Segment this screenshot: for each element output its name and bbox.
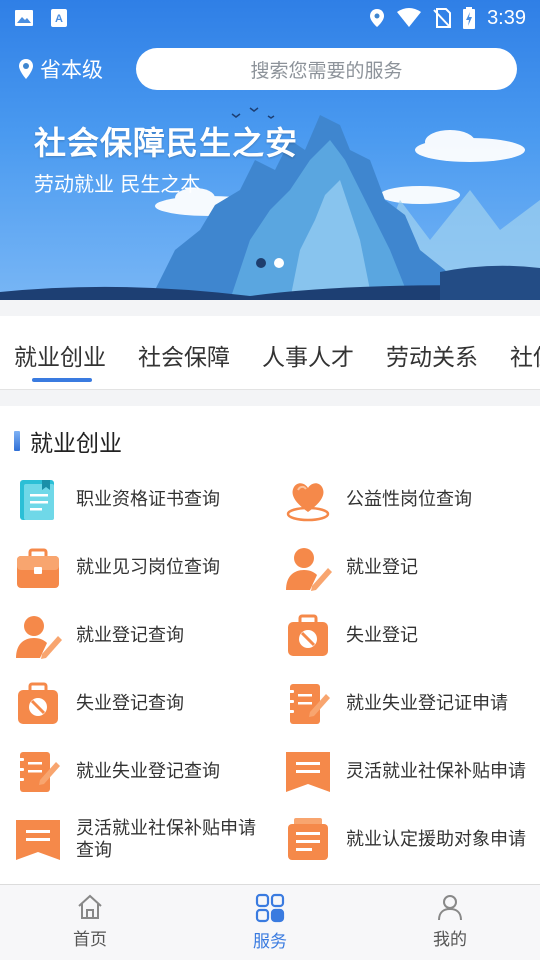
service-section: 就业创业 职业资格证书查询 公益性岗位查询 就业见习岗位查询 就业登记 就业登记… bbox=[0, 406, 540, 884]
home-icon bbox=[78, 894, 102, 919]
nav-services[interactable]: 服务 bbox=[230, 893, 310, 952]
service-label: 灵活就业社保补贴申请 bbox=[346, 761, 526, 782]
image-icon bbox=[15, 10, 33, 26]
person-pen-icon bbox=[286, 548, 332, 591]
section-marker bbox=[14, 431, 20, 451]
bag-block-icon bbox=[18, 682, 58, 724]
service-item[interactable]: 失业登记 bbox=[284, 612, 526, 660]
service-label: 失业登记查询 bbox=[76, 693, 184, 714]
service-item[interactable]: 就业失业登记查询 bbox=[14, 748, 256, 796]
nav-home[interactable]: 首页 bbox=[50, 893, 130, 950]
grid-icon bbox=[255, 893, 285, 923]
briefcase-icon bbox=[17, 548, 59, 588]
carousel-dot[interactable] bbox=[274, 258, 284, 268]
service-label: 失业登记 bbox=[346, 625, 418, 646]
location-label: 省本级 bbox=[40, 58, 103, 82]
service-label: 就业失业登记证申请 bbox=[346, 693, 508, 714]
service-label: 公益性岗位查询 bbox=[346, 489, 472, 510]
nav-profile-label: 我的 bbox=[433, 930, 467, 950]
carousel-indicator bbox=[256, 258, 284, 268]
service-item[interactable]: 公益性岗位查询 bbox=[284, 476, 526, 524]
bottom-navigation: 首页 服务 我的 bbox=[0, 884, 540, 960]
service-label: 就业见习岗位查询 bbox=[76, 557, 220, 578]
no-sim-icon bbox=[433, 8, 452, 28]
bookmark-icon bbox=[286, 752, 330, 792]
banner-subtitle: 劳动就业 民生之本 bbox=[34, 172, 201, 196]
nav-home-label: 首页 bbox=[73, 930, 107, 950]
service-label: 就业登记 bbox=[346, 557, 418, 578]
nav-profile[interactable]: 我的 bbox=[410, 893, 490, 950]
notepad-pen-icon bbox=[287, 684, 330, 724]
tab-social-security[interactable]: 社会保障 bbox=[138, 338, 230, 372]
service-item[interactable]: 职业资格证书查询 bbox=[14, 476, 256, 524]
location-selector[interactable]: 省本级 bbox=[18, 54, 103, 84]
service-item[interactable]: 就业认定援助对象申请 bbox=[284, 816, 526, 864]
service-item[interactable]: 就业登记 bbox=[284, 544, 526, 592]
service-label: 灵活就业社保补贴申请查询 bbox=[76, 818, 256, 861]
carousel-dot[interactable] bbox=[256, 258, 266, 268]
tab-personnel[interactable]: 人事人才 bbox=[262, 338, 354, 372]
wifi-icon bbox=[397, 8, 422, 27]
document-stack-icon bbox=[288, 818, 328, 860]
category-tabs: 就业创业 社会保障 人事人才 劳动关系 社保 bbox=[0, 316, 540, 390]
person-pen-icon bbox=[16, 616, 62, 659]
location-icon bbox=[370, 9, 385, 27]
search-input[interactable]: 搜索您需要的服务 bbox=[136, 48, 517, 90]
bag-block-icon bbox=[288, 614, 328, 656]
heart-hand-icon bbox=[286, 483, 330, 522]
service-item[interactable]: 就业见习岗位查询 bbox=[14, 544, 256, 592]
svg-text:A: A bbox=[55, 13, 63, 25]
service-label: 就业失业登记查询 bbox=[76, 761, 220, 782]
service-item[interactable]: 灵活就业社保补贴申请 bbox=[284, 748, 526, 796]
top-bar: 省本级 搜索您需要的服务 bbox=[0, 48, 540, 90]
banner[interactable]: A 3:39 省本级 搜索您需要的服务 社会保障民生之安 劳动就业 民生之本 bbox=[0, 0, 540, 300]
service-label: 就业认定援助对象申请 bbox=[346, 829, 526, 850]
app-notification-icon: A bbox=[51, 9, 67, 27]
service-item[interactable]: 失业登记查询 bbox=[14, 680, 256, 728]
nav-services-label: 服务 bbox=[253, 932, 287, 952]
battery-charging-icon bbox=[463, 7, 476, 29]
map-pin-icon bbox=[19, 59, 33, 79]
tab-labor-relations[interactable]: 劳动关系 bbox=[386, 338, 478, 372]
bookmark-icon bbox=[16, 820, 60, 860]
user-icon bbox=[438, 895, 462, 921]
certificate-icon bbox=[20, 480, 54, 520]
status-bar: A 3:39 bbox=[0, 0, 540, 36]
active-tab-indicator bbox=[32, 378, 92, 382]
section-title: 就业创业 bbox=[30, 431, 122, 457]
service-item[interactable]: 就业登记查询 bbox=[14, 612, 256, 660]
service-label: 职业资格证书查询 bbox=[76, 489, 220, 510]
section-header: 就业创业 bbox=[14, 424, 122, 458]
service-label: 就业登记查询 bbox=[76, 625, 184, 646]
clock: 3:39 bbox=[487, 6, 526, 29]
service-item[interactable]: 灵活就业社保补贴申请查询 bbox=[14, 816, 256, 864]
service-item[interactable]: 就业失业登记证申请 bbox=[284, 680, 526, 728]
notepad-pen-icon bbox=[17, 752, 60, 792]
tab-employment[interactable]: 就业创业 bbox=[14, 338, 106, 372]
banner-title: 社会保障民生之安 bbox=[34, 124, 299, 162]
tab-social-insurance[interactable]: 社保 bbox=[510, 338, 540, 372]
